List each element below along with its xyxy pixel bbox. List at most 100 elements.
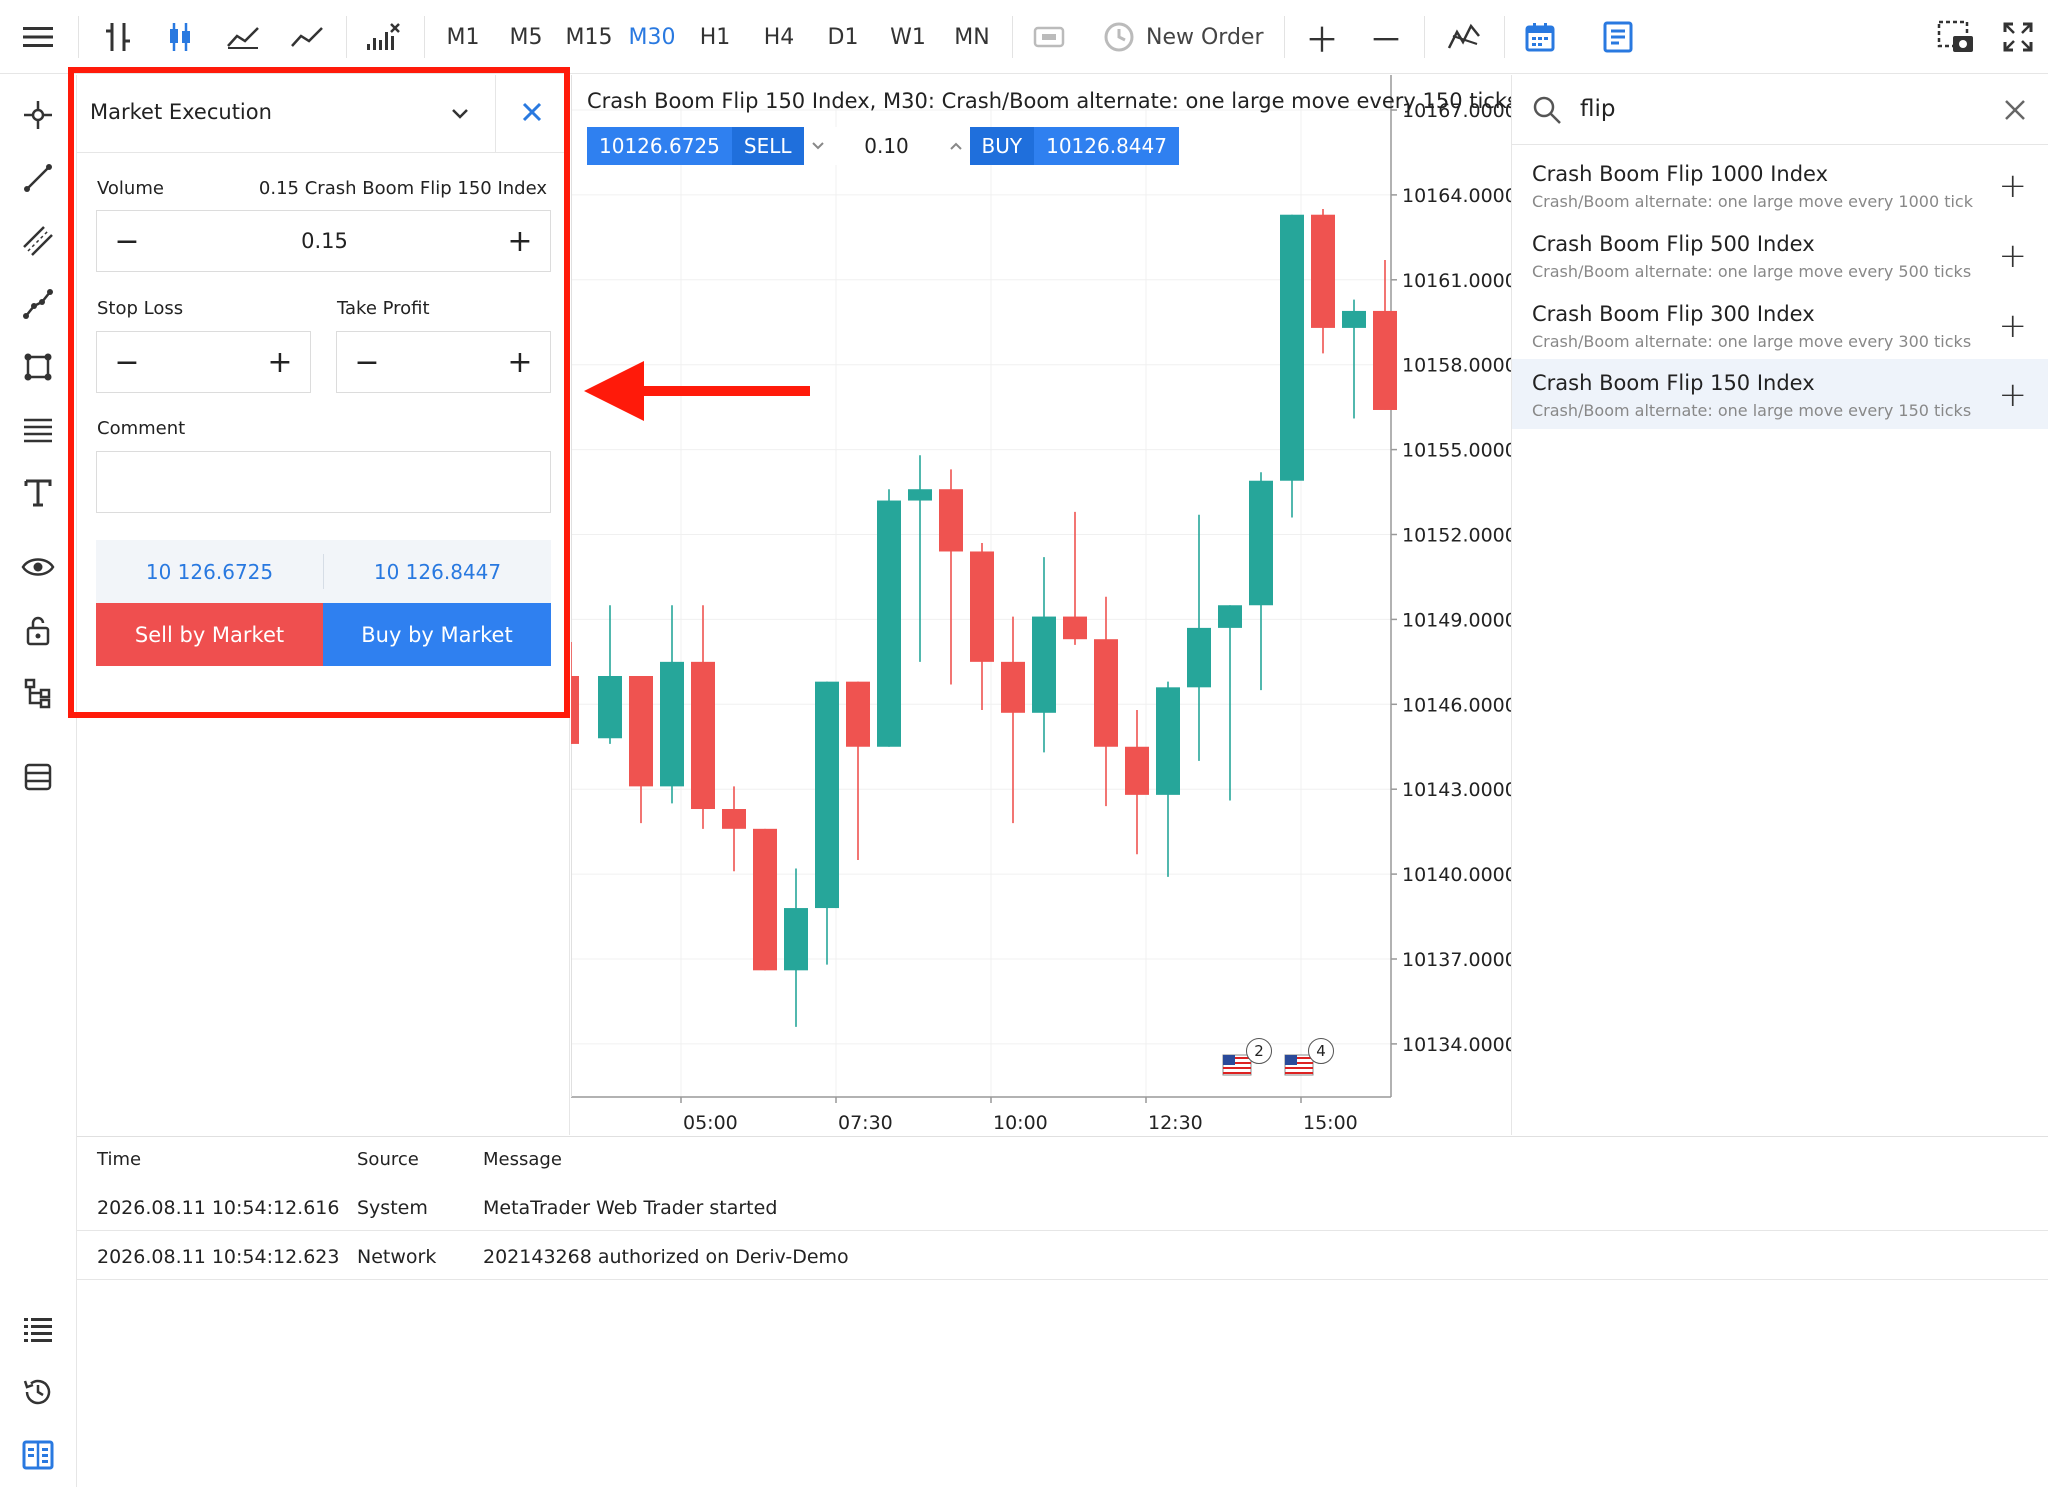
symbol-name: Crash Boom Flip 500 Index [1532,232,1815,256]
chart-sell-price[interactable]: 10126.6725 [587,127,732,165]
list-icon[interactable] [18,1309,58,1349]
zoom-out-icon[interactable]: － [1364,14,1408,61]
candle-body [815,681,839,909]
timeframe-m5[interactable]: M5 [503,14,549,60]
table-row[interactable]: 2026.08.11 10:54:12.616 System MetaTrade… [77,1183,2048,1231]
stop-loss-decrease-button[interactable]: − [97,332,157,392]
trend-line-icon[interactable] [18,158,58,198]
y-tick-label: 10149.0000 [1402,609,1511,631]
comment-input[interactable] [96,451,551,513]
stop-loss-stepper[interactable]: − + [96,331,311,393]
timeframe-m15[interactable]: M15 [565,14,613,60]
new-order-icon[interactable] [1098,14,1140,60]
close-icon[interactable] [517,97,551,131]
symbol-row[interactable]: Crash Boom Flip 500 Index Crash/Boom alt… [1512,220,2048,290]
order-panel-header: Market Execution [77,75,570,153]
one-click-trading: 10126.6725 SELL 0.10 BUY 10126.8447 [587,127,1179,165]
volume-input[interactable]: 0.15 [157,211,492,271]
chart-indicators-icon[interactable] [1442,14,1486,60]
add-symbol-icon[interactable]: + [1999,236,2028,276]
candlestick-chart-icon[interactable] [160,14,200,60]
symbol-row[interactable]: Crash Boom Flip 1000 Index Crash/Boom al… [1512,150,2048,220]
add-symbol-icon[interactable]: + [1999,166,2028,206]
timeframe-mn[interactable]: MN [948,14,996,60]
crosshair-icon[interactable] [18,95,58,135]
search-input[interactable]: flip [1580,96,1615,122]
row-source: Network [357,1246,437,1268]
sell-by-market-button[interactable]: Sell by Market [96,603,323,666]
trade-icon[interactable] [1028,14,1070,60]
chart-sell-button[interactable]: SELL [731,127,804,165]
chart-title: Crash Boom Flip 150 Index, M30: Crash/Bo… [587,89,1512,113]
comment-label: Comment [97,418,186,439]
price-chart[interactable]: 10167.000010164.000010161.000010158.0000… [571,75,1511,1135]
timeframe-w1[interactable]: W1 [884,14,932,60]
header-time[interactable]: Time [97,1149,141,1170]
take-profit-decrease-button[interactable]: − [337,332,397,392]
chart-buy-price[interactable]: 10126.8447 [1034,127,1179,165]
clear-search-icon[interactable] [2002,97,2028,127]
event-flag-2[interactable]: 4 [1283,1038,1334,1083]
symbol-description: Crash/Boom alternate: one large move eve… [1532,332,1972,351]
symbol-row[interactable]: Crash Boom Flip 300 Index Crash/Boom alt… [1512,290,2048,360]
bar-chart-icon[interactable] [98,14,138,60]
fullscreen-icon[interactable] [1996,14,2040,60]
symbol-description: Crash/Boom alternate: one large move eve… [1532,192,1973,211]
chart-volume-input[interactable]: 0.10 [831,127,942,165]
y-tick-label: 10158.0000 [1402,355,1511,377]
volume-decrease-button[interactable]: − [97,211,157,271]
calendar-icon[interactable] [1518,14,1562,60]
shapes-icon[interactable] [18,347,58,387]
menu-icon[interactable] [18,14,58,60]
table-row[interactable]: 2026.08.11 10:54:12.623 Network 20214326… [77,1232,2048,1280]
history-icon[interactable] [18,1372,58,1412]
top-toolbar: M1 M5 M15 M30 H1 H4 D1 W1 MN New Order ＋… [0,0,2048,74]
chart-volume-up[interactable] [941,127,970,165]
area-chart-icon[interactable] [222,14,264,60]
new-order-button[interactable]: New Order [1146,14,1266,60]
chevron-up-icon [949,142,962,150]
volume-stepper[interactable]: − 0.15 + [96,210,551,272]
symbol-row-selected[interactable]: Crash Boom Flip 150 Index Crash/Boom alt… [1512,359,2048,429]
eye-icon[interactable] [18,547,58,587]
stop-loss-increase-button[interactable]: + [250,332,310,392]
timeframe-h1[interactable]: H1 [693,14,737,60]
timeframe-h4[interactable]: H4 [756,14,802,60]
object-tree-icon[interactable] [18,673,58,713]
take-profit-increase-button[interactable]: + [490,332,550,392]
header-source[interactable]: Source [357,1149,419,1170]
timeframe-m1[interactable]: M1 [440,14,486,60]
symbol-name: Crash Boom Flip 300 Index [1532,302,1815,326]
candle-body [1032,616,1056,713]
volume-increase-button[interactable]: + [490,211,550,271]
chart-area[interactable]: 10167.0000 10164.0000 10161.0000 10158.0000… [571,75,1512,1135]
fibonacci-icon[interactable] [18,410,58,450]
polyline-icon[interactable] [18,284,58,324]
line-chart-icon[interactable] [286,14,328,60]
event-flag-1[interactable]: 2 [1221,1038,1272,1083]
timeframe-d1[interactable]: D1 [820,14,866,60]
price-display: 10 126.6725 10 126.8447 [96,540,551,603]
zoom-in-icon[interactable]: ＋ [1300,14,1344,61]
y-tick-label: 10146.0000 [1402,694,1511,716]
add-symbol-icon[interactable]: + [1999,306,2028,346]
chart-buy-button[interactable]: BUY [969,127,1035,165]
news-icon[interactable] [1596,14,1640,60]
chart-volume-down[interactable] [803,127,832,165]
journal-icon[interactable] [18,1435,58,1475]
timeframe-m30[interactable]: M30 [627,14,677,60]
screenshot-icon[interactable] [1934,14,1978,60]
header-message[interactable]: Message [483,1149,562,1170]
candle-body [877,500,901,747]
indicators-icon[interactable] [362,14,404,60]
buy-by-market-button[interactable]: Buy by Market [323,603,551,666]
order-type-dropdown[interactable] [447,101,477,131]
take-profit-stepper[interactable]: − + [336,331,551,393]
x-tick-label: 05:00 [683,1112,738,1134]
candle-body [1063,616,1087,640]
templates-icon[interactable] [18,757,58,797]
add-symbol-icon[interactable]: + [1999,375,2028,415]
lock-icon[interactable] [18,610,58,650]
text-tool-icon[interactable] [18,473,58,513]
channel-icon[interactable] [18,221,58,261]
